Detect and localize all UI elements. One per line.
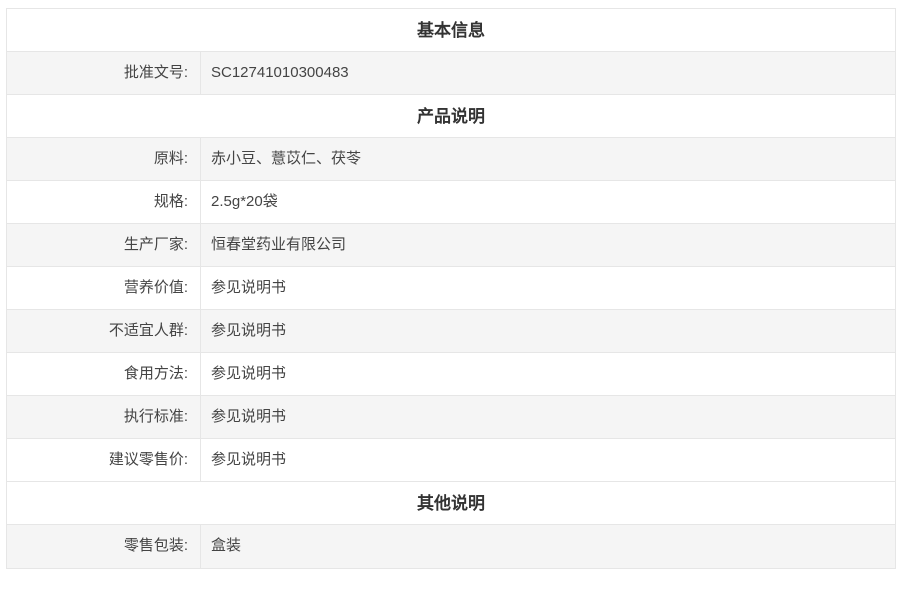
table-row-retail-packaging: 零售包装: 盒装 <box>7 525 895 568</box>
row-value: 2.5g*20袋 <box>211 193 278 210</box>
table-row-nutrition-value: 营养价值: 参见说明书 <box>7 267 895 310</box>
product-spec-table: 基本信息 批准文号: SC12741010300483 产品说明 原料: 赤小豆… <box>6 8 896 569</box>
row-label: 不适宜人群: <box>7 310 201 352</box>
row-value: 盒装 <box>211 537 242 554</box>
table-row-usage-method: 食用方法: 参见说明书 <box>7 353 895 396</box>
row-label: 规格: <box>7 181 201 223</box>
row-label: 零售包装: <box>7 525 201 568</box>
table-row-approval-number: 批准文号: SC12741010300483 <box>7 52 895 95</box>
table-row-specification: 规格: 2.5g*20袋 <box>7 181 895 224</box>
row-value: 参见说明书 <box>211 322 287 339</box>
table-row-unsuitable-groups: 不适宜人群: 参见说明书 <box>7 310 895 353</box>
row-value: 赤小豆、薏苡仁、茯苓 <box>211 150 362 167</box>
row-value: 恒春堂药业有限公司 <box>211 236 347 253</box>
row-value: SC12741010300483 <box>211 64 349 81</box>
table-row-suggested-price: 建议零售价: 参见说明书 <box>7 439 895 482</box>
row-value: 参见说明书 <box>211 365 287 382</box>
table-row-ingredients: 原料: 赤小豆、薏苡仁、茯苓 <box>7 138 895 181</box>
table-row-standard: 执行标准: 参见说明书 <box>7 396 895 439</box>
row-label: 生产厂家: <box>7 224 201 266</box>
row-label: 食用方法: <box>7 353 201 395</box>
row-value: 参见说明书 <box>211 279 287 296</box>
row-value: 参见说明书 <box>211 408 287 425</box>
row-label: 营养价值: <box>7 267 201 309</box>
row-label: 批准文号: <box>7 52 201 94</box>
row-value: 参见说明书 <box>211 451 287 468</box>
section-title-basic-info: 基本信息 <box>7 9 895 52</box>
table-row-manufacturer: 生产厂家: 恒春堂药业有限公司 <box>7 224 895 267</box>
section-title-other-info: 其他说明 <box>7 482 895 525</box>
row-label: 建议零售价: <box>7 439 201 481</box>
section-title-product-description: 产品说明 <box>7 95 895 138</box>
row-label: 执行标准: <box>7 396 201 438</box>
row-label: 原料: <box>7 138 201 180</box>
